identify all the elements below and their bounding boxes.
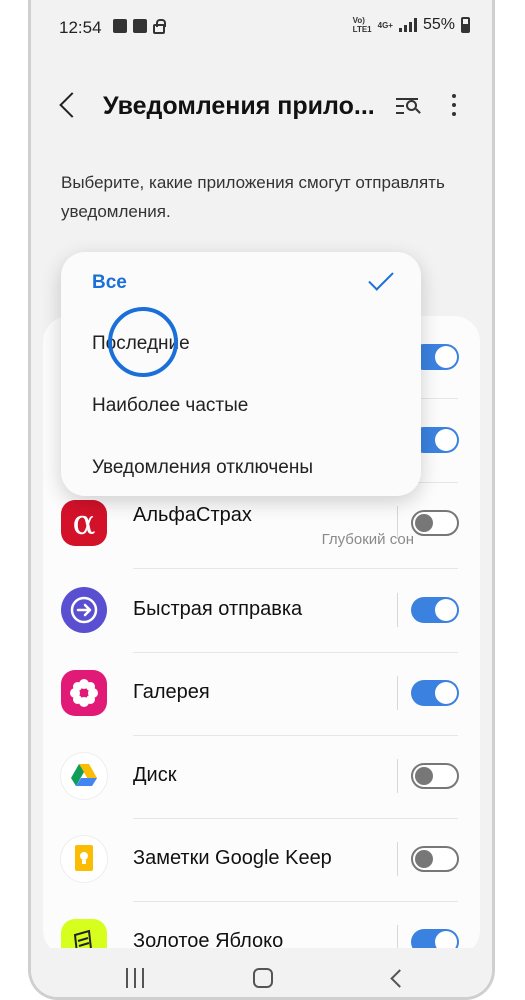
back-button[interactable] [57,90,81,120]
battery-percent: 55% [422,16,455,33]
status-right: Vo) LTE1 4G+ 55% [353,16,470,34]
image-notification-icon [113,19,127,33]
gallery-icon [61,670,107,716]
dropdown-option-disabled[interactable]: Уведомления отключены [92,457,313,479]
home-icon[interactable] [253,968,273,988]
description-text: Выберите, какие приложения смогут отправ… [61,173,445,221]
quick-share-icon [61,587,107,633]
signal-icon [398,18,417,32]
navigation-bar [31,948,492,997]
dropdown-option-frequent[interactable]: Наиболее частые [92,395,248,417]
check-notification-icon [133,19,147,33]
alfastrah-icon: α [61,500,107,546]
list-item[interactable]: Заметки Google Keep [43,818,480,901]
check-icon [371,270,397,286]
recent-apps-icon[interactable] [126,968,146,988]
battery-icon [461,17,470,33]
list-item[interactable]: Быстрая отправка [43,569,480,652]
notification-toggle[interactable] [411,597,459,623]
status-time: 12:54 [59,18,102,37]
google-keep-icon [61,836,107,882]
screen: 12:54 Vo) LTE1 4G+ 55% Уведомления прило… [31,0,492,997]
status-notification-icons [113,19,166,34]
list-item[interactable]: Галерея [43,652,480,735]
notification-toggle[interactable] [411,846,459,872]
volte-indicator: Vo) LTE1 [352,16,372,34]
app-bar: Уведомления прило... [31,72,492,136]
dropdown-option-recent[interactable]: Последние [92,333,190,355]
filter-dropdown: Все Последние Наиболее частые Уведомлени… [61,252,421,496]
notification-toggle[interactable] [411,680,459,706]
more-options-icon[interactable] [444,92,464,120]
lock-icon [153,19,166,34]
page-title: Уведомления прило... [103,92,375,120]
nav-back-icon[interactable] [387,968,407,988]
status-bar: 12:54 Vo) LTE1 4G+ 55% [31,0,492,56]
google-drive-icon [61,753,107,799]
list-item[interactable]: Диск [43,735,480,818]
network-type: 4G+ [377,20,393,30]
search-filter-icon[interactable] [394,92,424,120]
notification-toggle[interactable] [411,510,459,536]
notification-toggle[interactable] [411,763,459,789]
dropdown-option-all[interactable]: Все [92,272,127,294]
